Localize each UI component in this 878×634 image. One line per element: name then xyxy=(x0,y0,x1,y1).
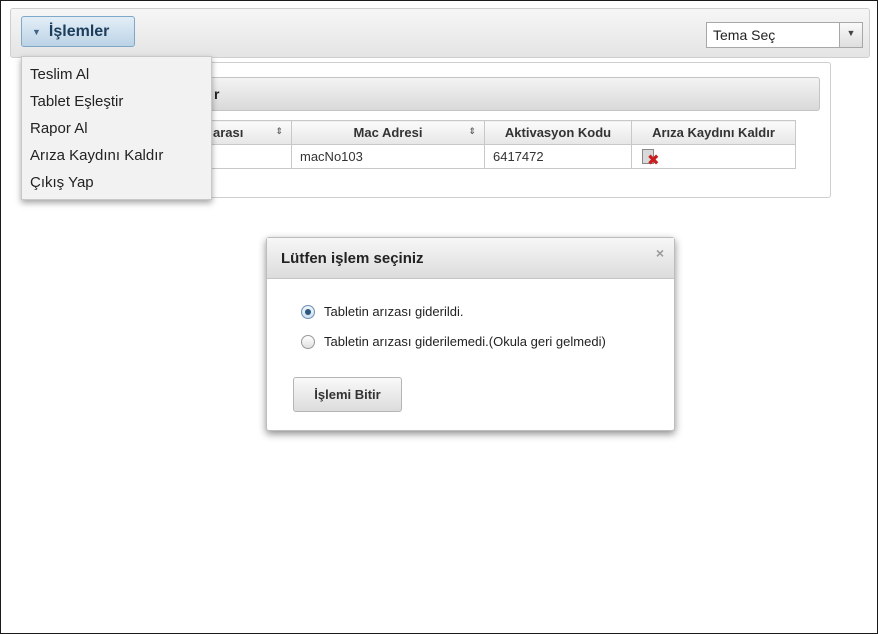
table-header-remove-fault: Arıza Kaydını Kaldır xyxy=(631,120,796,145)
menu-item-receive[interactable]: Teslim Al xyxy=(22,61,211,88)
finish-button[interactable]: İşlemi Bitir xyxy=(293,377,402,412)
dialog-title-bar: Lütfen işlem seçiniz × xyxy=(267,238,674,279)
table-header-activation: Aktivasyon Kodu xyxy=(484,120,632,145)
theme-select-value: Tema Seç xyxy=(713,27,776,43)
menu-item-logout[interactable]: Çıkış Yap xyxy=(22,169,211,196)
operations-dropdown-menu: Teslim Al Tablet Eşleştir Rapor Al Arıza… xyxy=(21,56,212,200)
radio-label[interactable]: Tabletin arızası giderilemedi.(Okula ger… xyxy=(324,334,606,349)
radio-label[interactable]: Tabletin arızası giderildi. xyxy=(324,304,463,319)
table-cell xyxy=(198,144,292,169)
radio-option-fixed[interactable]: Tabletin arızası giderildi. xyxy=(301,304,463,319)
table-row[interactable]: macNo103 6417472 ✖ xyxy=(198,144,796,169)
remove-fault-cell: ✖ xyxy=(631,144,796,169)
menu-item-remove-fault[interactable]: Arıza Kaydını Kaldır xyxy=(22,142,211,169)
menu-item-report[interactable]: Rapor Al xyxy=(22,115,211,142)
operations-menu-label: İşlemler xyxy=(48,22,110,40)
menu-item-pair-tablet[interactable]: Tablet Eşleştir xyxy=(22,88,211,115)
table-header-mac[interactable]: Mac Adresi ⇕ xyxy=(291,120,485,145)
theme-select[interactable]: Tema Seç ▼ xyxy=(706,22,863,48)
table-header-label: Aktivasyon Kodu xyxy=(504,125,612,140)
table-header-label: Arıza Kaydını Kaldır xyxy=(652,125,775,140)
sort-icon[interactable]: ⇕ xyxy=(275,126,283,137)
radio-button[interactable] xyxy=(301,304,315,319)
panel-title: r xyxy=(214,86,220,102)
top-toolbar: ▼ İşlemler Tema Seç ▼ xyxy=(10,8,870,58)
table-header-label: Mac Adresi xyxy=(353,125,423,140)
select-action-dialog: Lütfen işlem seçiniz × Tabletin arızası … xyxy=(266,237,675,431)
sort-icon[interactable]: ⇕ xyxy=(468,126,476,137)
table-header-col1[interactable]: arası ⇕ xyxy=(198,120,292,145)
radio-option-not-fixed[interactable]: Tabletin arızası giderilemedi.(Okula ger… xyxy=(301,334,606,349)
close-icon[interactable]: × xyxy=(656,232,664,274)
devices-panel: r arası ⇕ Mac Adresi ⇕ Aktivasyon Kodu A… xyxy=(189,62,831,198)
app-window: ▼ İşlemler Tema Seç ▼ r arası ⇕ Mac Adre… xyxy=(0,0,878,634)
panel-header: r xyxy=(198,77,820,111)
activation-cell: 6417472 xyxy=(484,144,632,169)
delete-record-icon[interactable]: ✖ xyxy=(640,148,660,168)
device-table: arası ⇕ Mac Adresi ⇕ Aktivasyon Kodu Arı… xyxy=(198,120,796,169)
dialog-title: Lütfen işlem seçiniz xyxy=(281,250,424,267)
chevron-down-icon[interactable]: ▼ xyxy=(839,23,862,47)
radio-button[interactable] xyxy=(301,334,315,349)
chevron-down-icon: ▼ xyxy=(32,26,41,37)
mac-cell: macNo103 xyxy=(291,144,485,169)
operations-menu-button[interactable]: ▼ İşlemler xyxy=(21,16,135,47)
table-header-label: arası xyxy=(213,125,244,140)
